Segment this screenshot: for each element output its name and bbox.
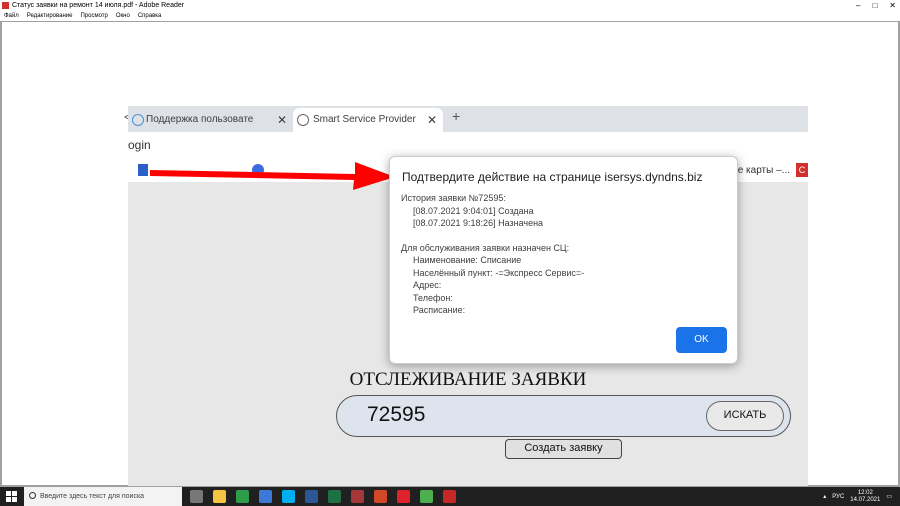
search-button: ИСКАТЬ — [706, 401, 784, 431]
tab-favicon-icon — [132, 114, 144, 126]
service-center-header: Для обслуживания заявки назначен СЦ: — [401, 242, 570, 253]
tab-label: Smart Service Provider — [313, 114, 416, 125]
adobe-reader-icon — [2, 2, 9, 9]
tab-smart-service-provider: Smart Service Provider ✕ — [293, 108, 443, 132]
games-icon[interactable] — [420, 490, 433, 503]
bookmark-red-icon: С — [796, 163, 808, 177]
skype-icon[interactable] — [282, 490, 295, 503]
window-title: Статус заявки на ремонт 14 июля.pdf - Ad… — [12, 2, 185, 9]
service-center-address: Адрес: — [413, 280, 442, 290]
dialog-title: Подтвердите действие на странице isersys… — [402, 170, 703, 184]
file-explorer-icon[interactable] — [213, 490, 226, 503]
taskbar-search[interactable]: Введите здесь текст для поиска — [24, 487, 182, 506]
search-icon — [29, 492, 36, 499]
history-entry: [08.07.2021 9:04:01] Создана — [413, 205, 534, 216]
menubar: Файл Редактирование Просмотр Окно Справк… — [0, 11, 900, 21]
taskbar-search-placeholder: Введите здесь текст для поиска — [40, 493, 145, 500]
window-controls: – □ ✕ — [856, 0, 896, 11]
service-center-city: Населённый пункт: -=Экспресс Сервис=- — [413, 267, 585, 278]
start-button[interactable] — [6, 491, 17, 502]
tab-close-icon: ✕ — [426, 113, 437, 127]
minimize-button[interactable]: – — [856, 0, 860, 11]
taskbar: Введите здесь текст для поиска ▴ РУС 12:… — [0, 487, 900, 506]
mail-icon[interactable] — [259, 490, 272, 503]
clock-date: 14.07.2021 — [850, 496, 881, 503]
gear-icon — [297, 114, 309, 126]
system-tray: ▴ РУС 12:02 14.07.2021 ▭ — [823, 487, 892, 506]
confirm-dialog: Подтвердите действие на странице isersys… — [389, 156, 738, 364]
browser-tabbar: Поддержка пользовате ✕ Smart Service Pro… — [128, 106, 808, 132]
clock-time: 12:02 — [857, 489, 873, 496]
access-icon[interactable] — [351, 490, 364, 503]
excel-icon[interactable] — [328, 490, 341, 503]
word-icon[interactable] — [305, 490, 318, 503]
notifications-icon[interactable]: ▭ — [886, 493, 892, 500]
service-center-phone: Телефон: — [413, 292, 453, 303]
adobe-reader-icon[interactable] — [443, 490, 456, 503]
menu-file[interactable]: Файл — [4, 11, 19, 21]
menu-edit[interactable]: Редактирование — [27, 11, 73, 21]
language-indicator[interactable]: РУС — [832, 494, 844, 500]
ok-button[interactable]: OK — [676, 327, 727, 353]
maximize-button[interactable]: □ — [872, 0, 877, 11]
menu-help[interactable]: Справка — [138, 11, 162, 21]
clock[interactable]: 12:02 14.07.2021 — [850, 490, 880, 504]
bookmark-icon — [138, 164, 148, 176]
new-tab-icon: + — [452, 108, 461, 124]
tab-close-icon: ✕ — [276, 113, 287, 127]
menu-view[interactable]: Просмотр — [80, 11, 107, 21]
dialog-message: История заявки №72595: [08.07.2021 9:04:… — [401, 192, 584, 317]
window-titlebar: Статус заявки на ремонт 14 июля.pdf - Ad… — [0, 0, 900, 11]
menu-window[interactable]: Окно — [116, 11, 130, 21]
history-header: История заявки №72595: — [401, 193, 506, 203]
service-center-schedule: Расписание: — [413, 305, 466, 315]
photos-icon[interactable] — [236, 490, 249, 503]
taskbar-pinned-apps — [190, 490, 456, 503]
tracking-title: ОТСЛЕЖИВАНИЕ ЗАЯВКИ — [349, 369, 587, 390]
close-button[interactable]: ✕ — [889, 0, 896, 11]
tab-support: Поддержка пользовате ✕ — [128, 108, 293, 132]
opera-icon[interactable] — [397, 490, 410, 503]
task-view-icon[interactable] — [190, 490, 203, 503]
tracking-search-box: 72595 ИСКАТЬ — [336, 395, 791, 437]
network-icon[interactable]: ▴ — [823, 493, 826, 500]
red-arrow-icon — [150, 162, 395, 190]
powerpoint-icon[interactable] — [374, 490, 387, 503]
order-number-input: 72595 — [367, 403, 426, 426]
bookmark-maps: ые карты –... — [730, 165, 790, 176]
service-center-name: Наименование: Списание — [413, 255, 522, 265]
create-request-button: Создать заявку — [505, 439, 622, 459]
tab-label: Поддержка пользовате — [146, 114, 254, 125]
address-fragment: ogin — [128, 138, 151, 152]
history-entry: [08.07.2021 9:18:26] Назначена — [413, 218, 544, 228]
